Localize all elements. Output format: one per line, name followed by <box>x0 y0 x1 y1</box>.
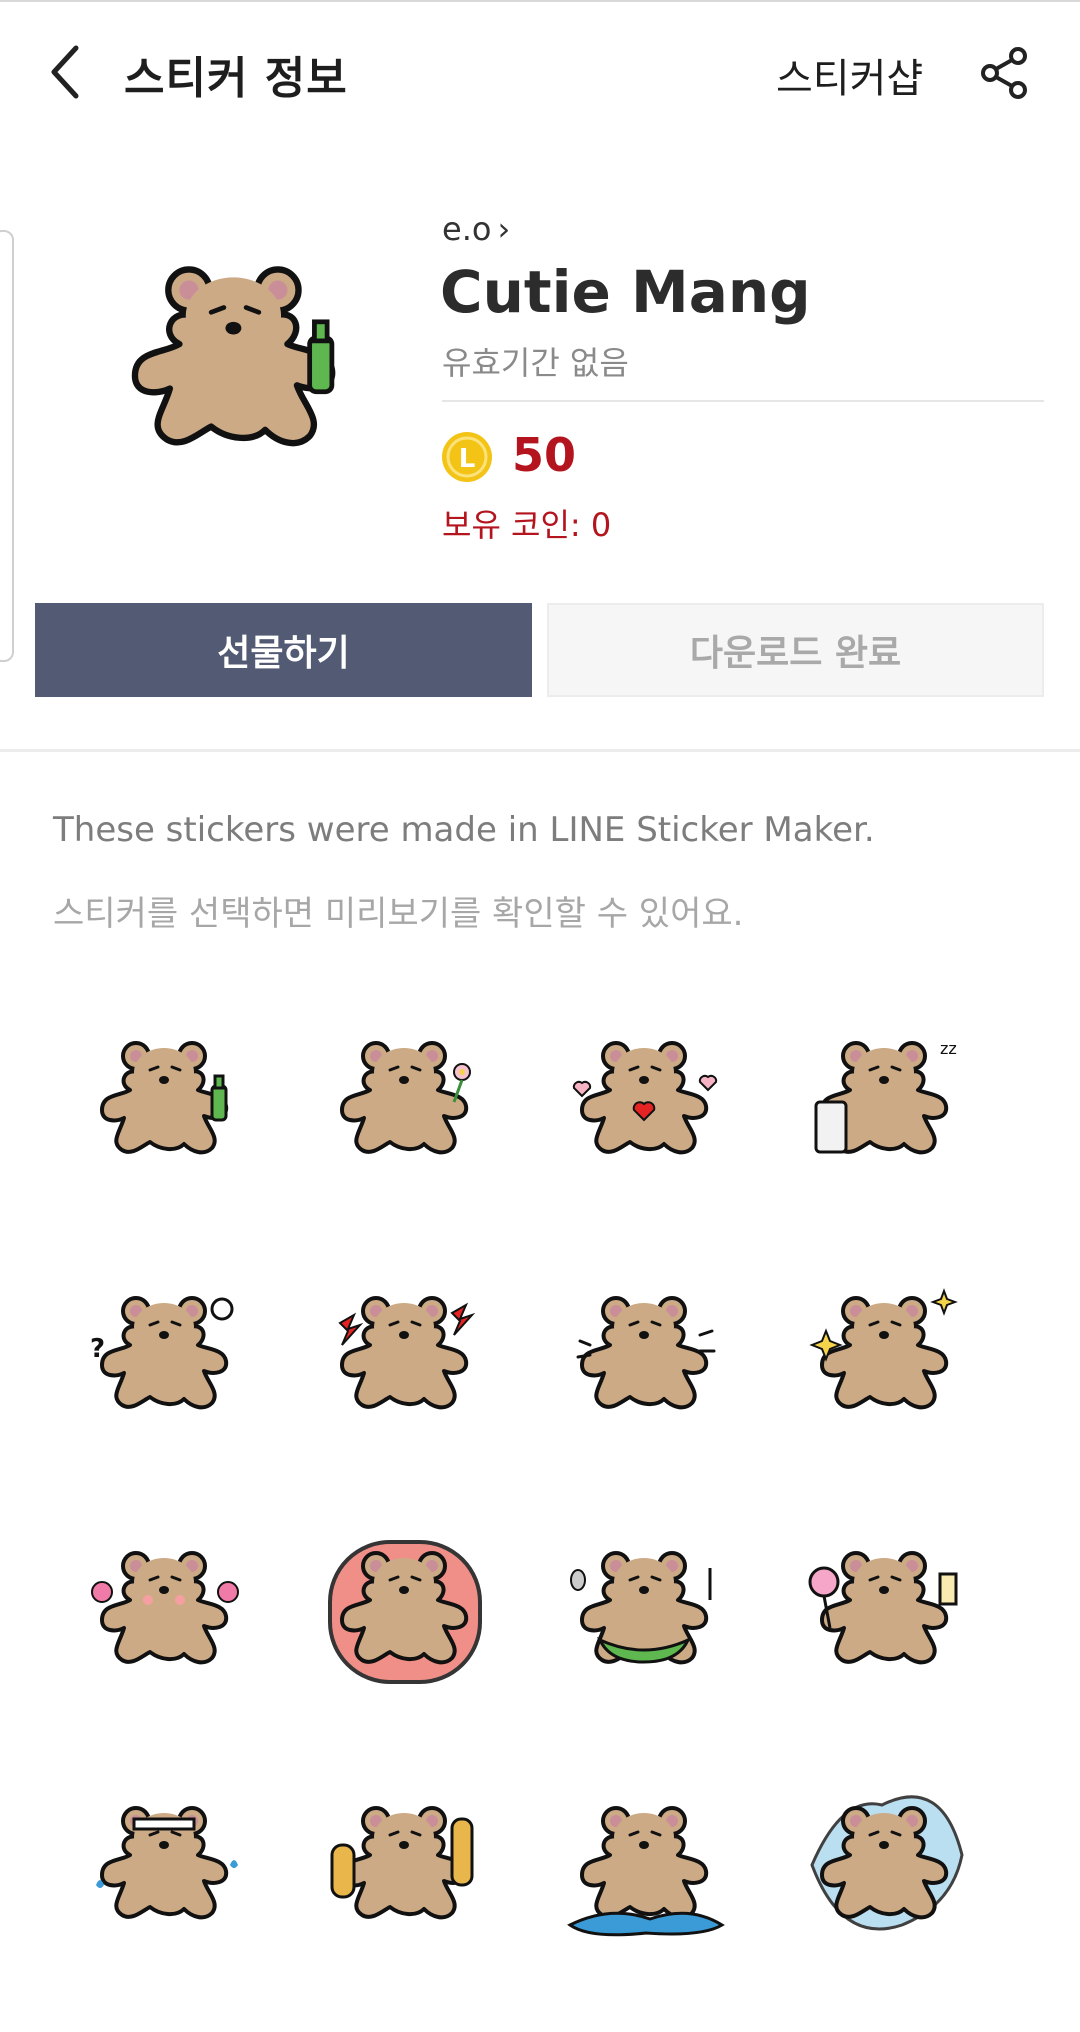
bear-sticker-image <box>809 1288 958 1410</box>
maker-notice: These stickers were made in LINE Sticker… <box>53 810 875 850</box>
preview-hint: 스티커를 선택하면 미리보기를 확인할 수 있어요. <box>53 894 744 934</box>
bear-sticker-image <box>91 1551 239 1665</box>
sticker-thumbnail[interactable] <box>560 1010 730 1180</box>
bear-sticker-image <box>100 1041 229 1155</box>
bear-sticker-image: ? <box>90 1296 234 1410</box>
sticker-thumbnail[interactable] <box>560 1520 730 1690</box>
gift-button[interactable]: 선물하기 <box>35 603 532 697</box>
chevron-right-icon: › <box>497 210 511 248</box>
author-name: e.o <box>442 210 492 248</box>
bear-sticker-image <box>330 1806 474 1920</box>
bear-sticker-image <box>328 1540 482 1684</box>
bear-sticker-image <box>810 1795 964 1931</box>
validity-text: 유효기간 없음 <box>442 344 629 382</box>
bear-sticker-image: zz <box>814 1039 957 1155</box>
sticker-grid: zz ? <box>80 1010 1020 1970</box>
side-panel-edge <box>0 230 14 662</box>
svg-text:?: ? <box>90 1334 105 1364</box>
bear-sticker-image <box>338 1296 476 1410</box>
sticker-thumbnail[interactable] <box>320 1520 490 1690</box>
line-coin-icon: L <box>442 432 492 482</box>
page-title: 스티커 정보 <box>124 53 348 104</box>
sticker-thumbnail[interactable]: ? <box>80 1265 250 1435</box>
bear-sticker-image <box>340 1041 471 1155</box>
sticker-thumbnail[interactable] <box>320 1265 490 1435</box>
section-divider <box>0 749 1080 752</box>
bear-sticker-image <box>808 1551 958 1665</box>
sticker-thumbnail[interactable] <box>800 1265 970 1435</box>
back-arrow-icon[interactable] <box>42 40 98 104</box>
sticker-thumbnail[interactable]: zz <box>800 1010 970 1180</box>
bear-sticker-image <box>572 1041 718 1155</box>
sticker-thumbnail[interactable] <box>320 1010 490 1180</box>
sticker-thumbnail[interactable] <box>560 1265 730 1435</box>
sticker-thumbnail[interactable] <box>800 1775 970 1945</box>
sticker-thumbnail[interactable] <box>80 1775 250 1945</box>
share-icon[interactable] <box>978 46 1032 100</box>
svg-text:zz: zz <box>940 1039 957 1058</box>
price: 50 <box>512 428 577 482</box>
info-divider <box>442 400 1044 402</box>
bear-sticker-image <box>96 1806 238 1920</box>
app-header: 스티커 정보 스티커샵 <box>0 2 1080 142</box>
coin-symbol: L <box>459 444 476 474</box>
sticker-thumbnail[interactable] <box>800 1520 970 1690</box>
download-complete-button[interactable]: 다운로드 완료 <box>547 603 1044 697</box>
sticker-thumbnail[interactable] <box>80 1010 250 1180</box>
sticker-thumbnail[interactable] <box>80 1520 250 1690</box>
sticker-thumbnail[interactable] <box>320 1775 490 1945</box>
owned-coins: 보유 코인: 0 <box>442 506 612 544</box>
author-link[interactable]: e.o › <box>442 210 510 248</box>
sticker-main-image <box>131 266 336 447</box>
bear-sticker-image <box>576 1296 716 1410</box>
bear-sticker-image <box>570 1551 712 1665</box>
sticker-thumbnail[interactable] <box>560 1775 730 1945</box>
sticker-shop-link[interactable]: 스티커샵 <box>776 46 923 104</box>
bear-sticker-image <box>567 1806 725 1937</box>
sticker-name: Cutie Mang <box>440 258 811 326</box>
